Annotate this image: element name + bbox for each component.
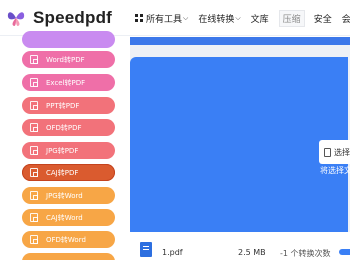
nav-security-label: 安全 xyxy=(313,14,332,25)
nav-online-convert-label: 在线转换 xyxy=(198,14,235,25)
grid-icon xyxy=(135,14,143,22)
upload-hint: 将选择文 xyxy=(320,166,350,175)
convert-toggle[interactable] xyxy=(339,249,350,255)
nav-member[interactable]: 会 xyxy=(342,12,350,25)
sidebar-item-label: OFD转PDF xyxy=(46,123,82,132)
nav-security[interactable]: 安全 xyxy=(314,12,332,25)
brand-name[interactable]: Speedpdf xyxy=(33,8,112,28)
sidebar-item-label: PPT转PDF xyxy=(46,101,80,110)
file-size: 2.5 MB xyxy=(238,248,266,257)
sidebar-item-jpg-to-word[interactable]: JPG转Word xyxy=(22,187,115,204)
chevron-down-icon: ⌵ xyxy=(183,13,189,22)
sidebar-item-top[interactable] xyxy=(22,31,115,48)
sidebar-item-ppt-to-pdf[interactable]: PPT转PDF xyxy=(22,97,115,114)
sidebar-item-caj-to-word[interactable]: CAJ转Word xyxy=(22,209,115,226)
file-name: 1.pdf xyxy=(162,248,183,257)
convert-count: -1 个转换次数 xyxy=(280,249,331,258)
nav-library-label: 文库 xyxy=(250,14,269,25)
file-convert-icon xyxy=(30,235,38,244)
sidebar-item-label: JPG转Word xyxy=(46,191,83,200)
tool-sidebar: Word转PDF Excel转PDF PPT转PDF OFD转PDF JPG转P… xyxy=(0,31,130,260)
main-content: 选择 将选择文 1.pdf 2.5 MB -1 个转换次数 xyxy=(130,37,350,260)
sidebar-item-label: JPG转PDF xyxy=(46,146,79,155)
pdf-file-icon xyxy=(140,242,152,257)
sidebar-item-label: Excel转PDF xyxy=(46,78,86,87)
sidebar-item-word-to-pdf[interactable]: Word转PDF xyxy=(22,51,115,68)
upload-panel[interactable] xyxy=(130,57,348,237)
sidebar-item-bottom[interactable] xyxy=(22,253,115,260)
sidebar-item-jpg-to-pdf[interactable]: JPG转PDF xyxy=(22,142,115,159)
file-convert-icon xyxy=(30,78,38,87)
nav-compress[interactable]: 压缩 xyxy=(278,9,305,27)
file-convert-icon xyxy=(30,191,38,200)
butterfly-logo-icon[interactable] xyxy=(6,8,26,28)
file-convert-icon xyxy=(30,55,38,64)
nav-compress-label: 压缩 xyxy=(282,14,301,25)
sidebar-item-label: OFD转Word xyxy=(46,235,86,244)
nav-online-convert[interactable]: 在线转换 ⌵ xyxy=(198,12,240,25)
sidebar-item-label: CAJ转Word xyxy=(46,213,83,222)
nav-all-tools[interactable]: 所有工具 ⌵ xyxy=(135,12,188,25)
nav-member-label: 会 xyxy=(341,14,350,25)
nav-all-tools-label: 所有工具 xyxy=(146,14,183,25)
file-list-row[interactable]: 1.pdf 2.5 MB -1 个转换次数 xyxy=(130,232,350,260)
file-convert-icon xyxy=(30,213,38,222)
nav-library[interactable]: 文库 xyxy=(251,12,269,25)
file-convert-icon xyxy=(30,168,38,177)
sidebar-item-label: CAJ转PDF xyxy=(46,168,79,177)
file-icon xyxy=(324,147,331,157)
sidebar-item-label: Word转PDF xyxy=(46,55,85,64)
sidebar-item-ofd-to-word[interactable]: OFD转Word xyxy=(22,231,115,248)
file-convert-icon xyxy=(30,101,38,110)
sidebar-item-ofd-to-pdf[interactable]: OFD转PDF xyxy=(22,119,115,136)
top-nav: 所有工具 ⌵ 在线转换 ⌵ 文库 压缩 安全 会 xyxy=(135,9,350,27)
sidebar-item-excel-to-pdf[interactable]: Excel转PDF xyxy=(22,74,115,91)
banner-strip xyxy=(130,37,350,45)
select-file-button[interactable]: 选择 xyxy=(319,140,350,164)
file-convert-icon xyxy=(30,146,38,155)
file-convert-icon xyxy=(30,123,38,132)
select-file-label: 选择 xyxy=(334,147,350,157)
chevron-down-icon: ⌵ xyxy=(235,13,241,22)
sidebar-item-caj-to-pdf[interactable]: CAJ转PDF xyxy=(22,164,115,181)
